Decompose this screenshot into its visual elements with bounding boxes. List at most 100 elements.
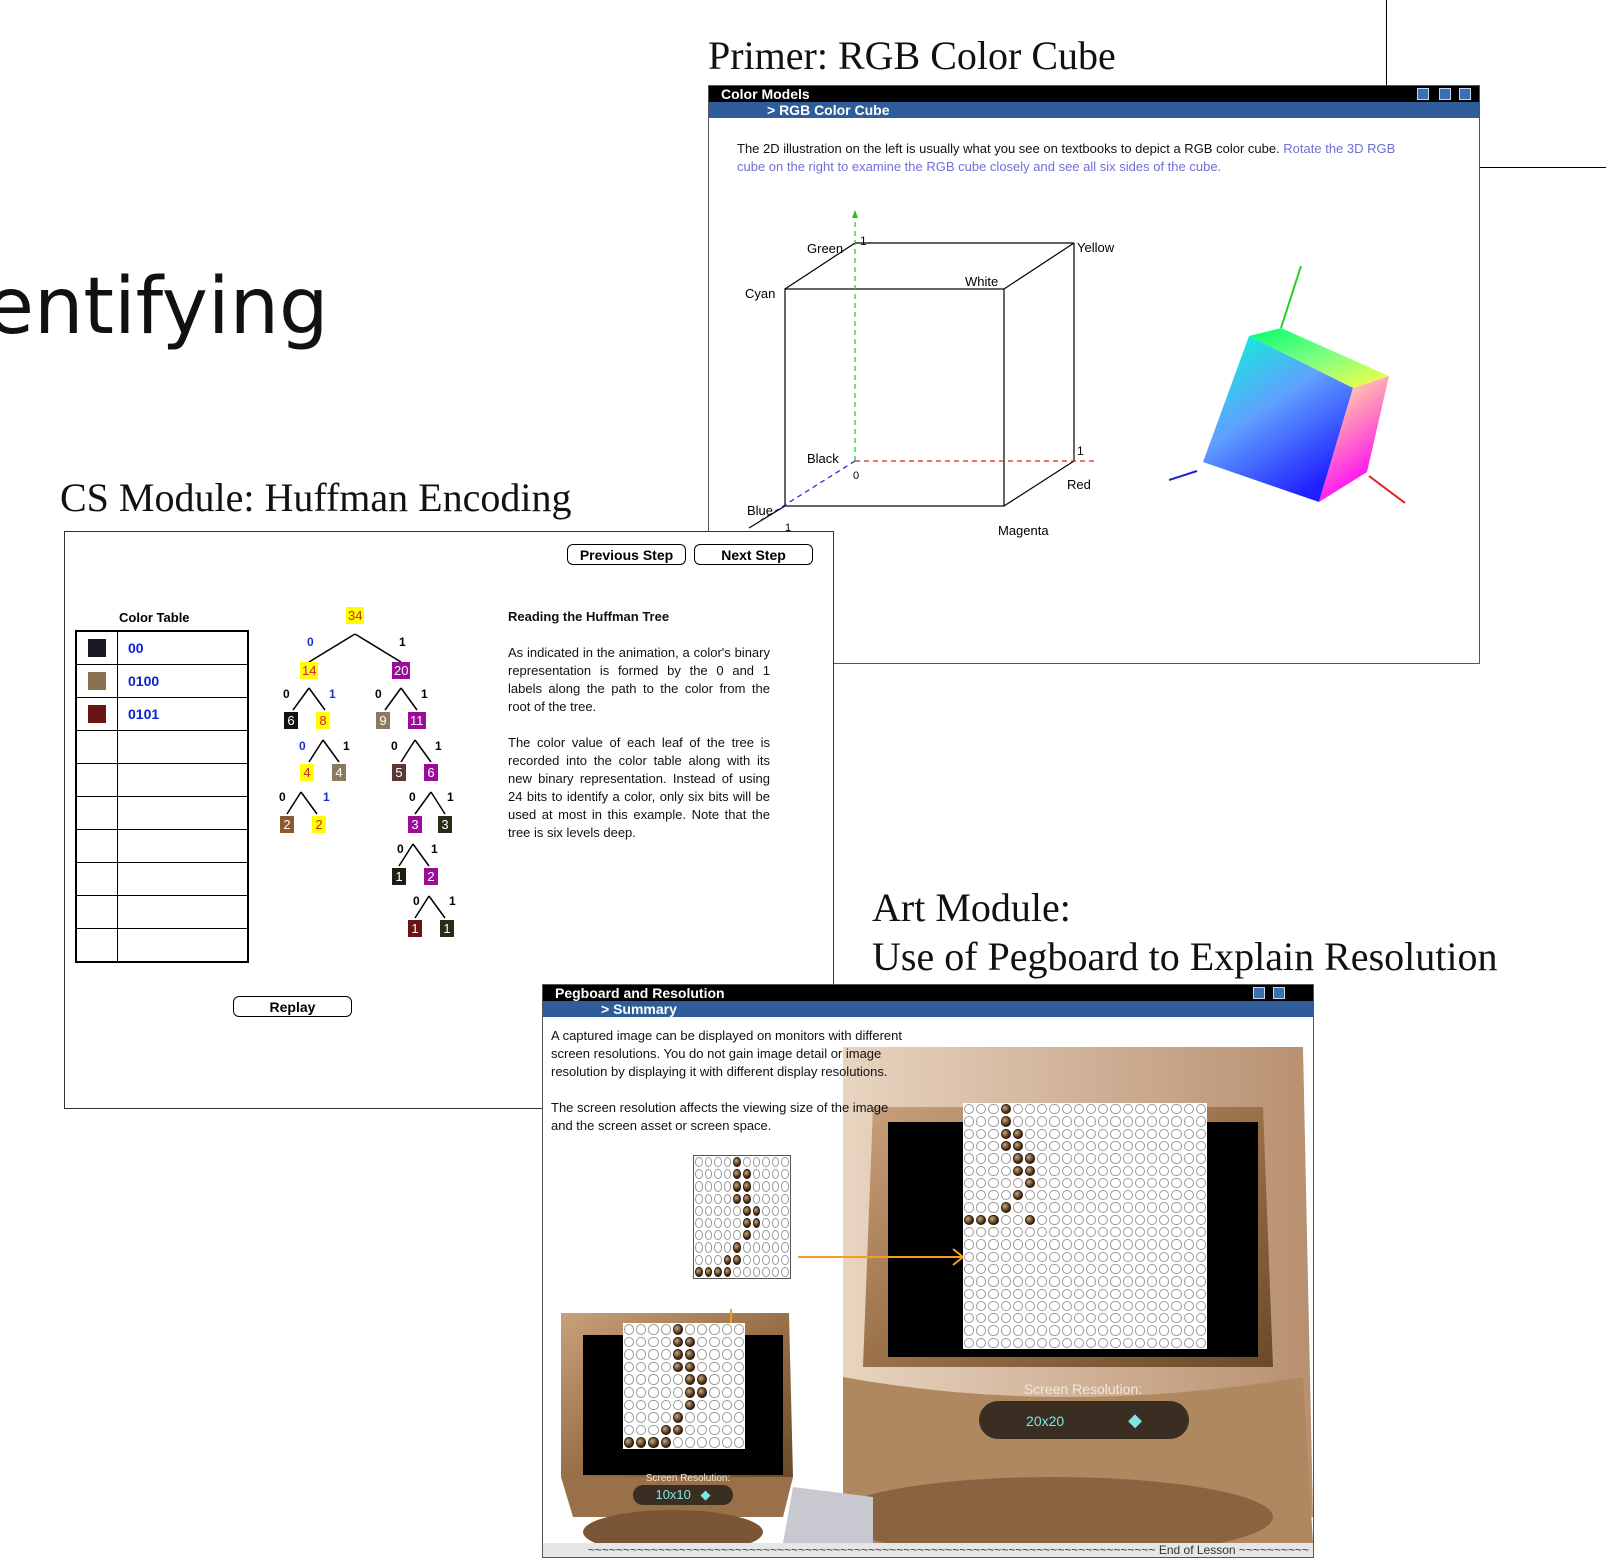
previous-step-button[interactable]: Previous Step — [567, 544, 686, 565]
updown-arrow-icon[interactable]: ◆ — [701, 1487, 711, 1502]
peg — [1122, 1325, 1133, 1336]
peg — [1073, 1263, 1084, 1275]
back-icon[interactable] — [1439, 88, 1451, 100]
updown-arrow-icon[interactable]: ◆ — [1128, 1410, 1142, 1430]
peg — [752, 1157, 761, 1168]
peg — [1073, 1251, 1084, 1262]
peg — [1012, 1140, 1023, 1152]
peg — [1171, 1337, 1182, 1348]
peg — [964, 1153, 975, 1164]
peg — [1085, 1276, 1097, 1287]
peg — [1024, 1300, 1036, 1312]
peg — [1024, 1140, 1036, 1152]
slide-title-fragment: entifying — [0, 262, 329, 352]
peg — [988, 1239, 999, 1250]
peg — [697, 1324, 708, 1335]
tree-node-1: 1 — [392, 868, 406, 885]
peg — [781, 1266, 789, 1277]
tree-node-6: 6 — [284, 712, 298, 729]
peg — [1024, 1263, 1036, 1275]
peg — [771, 1230, 780, 1241]
peg — [684, 1349, 696, 1360]
peg — [733, 1424, 744, 1436]
replay-button[interactable]: Replay — [233, 996, 352, 1017]
peg — [1049, 1251, 1060, 1262]
peg — [1085, 1239, 1097, 1250]
peg — [1134, 1116, 1145, 1127]
peg — [1085, 1140, 1097, 1152]
peg — [1085, 1251, 1097, 1262]
peg — [1183, 1325, 1194, 1336]
peg — [752, 1169, 761, 1180]
restart-icon[interactable] — [1253, 987, 1265, 999]
peg — [1195, 1276, 1206, 1287]
peg — [1134, 1337, 1145, 1348]
peg — [697, 1412, 708, 1423]
peg — [964, 1202, 975, 1213]
peg — [624, 1349, 635, 1360]
peg — [1037, 1288, 1048, 1299]
peg — [976, 1313, 987, 1324]
rgb-cube-3d-viewer[interactable] — [1169, 266, 1429, 546]
color-swatch-cell — [75, 928, 118, 963]
peg — [695, 1205, 703, 1216]
label-blue: Blue — [747, 503, 774, 518]
peg — [1195, 1116, 1206, 1127]
peg — [762, 1193, 770, 1204]
next-step-button[interactable]: Next Step — [694, 544, 813, 565]
peg — [1098, 1313, 1109, 1324]
peg — [781, 1217, 789, 1229]
color-code-cell — [117, 796, 249, 830]
peg — [976, 1140, 987, 1152]
small-resolution-value: 10x10 — [655, 1487, 691, 1502]
peg — [733, 1387, 744, 1398]
peg — [695, 1157, 703, 1168]
peg — [1000, 1276, 1011, 1287]
peg — [1195, 1202, 1206, 1213]
restart-icon[interactable] — [1417, 88, 1429, 100]
tree-node-4: 4 — [300, 764, 314, 781]
tree-node-34: 34 — [346, 607, 365, 624]
back-icon[interactable] — [1273, 987, 1285, 999]
peg — [1146, 1104, 1158, 1115]
peg — [1049, 1104, 1060, 1115]
peg — [743, 1217, 751, 1229]
peg — [704, 1157, 713, 1168]
peg — [1098, 1337, 1109, 1348]
peg — [1024, 1153, 1036, 1164]
peg — [684, 1412, 696, 1423]
large-resolution-stepper[interactable]: 20x20 ◆ — [979, 1401, 1189, 1439]
peg — [1085, 1313, 1097, 1324]
peg — [1049, 1288, 1060, 1299]
peg — [1171, 1276, 1182, 1287]
peg — [1037, 1276, 1048, 1287]
large-resolution-value: 20x20 — [1026, 1413, 1065, 1429]
tree-edge-label-0: 0 — [375, 687, 382, 701]
peg-window-title: Pegboard and Resolution — [555, 985, 725, 1001]
peg — [1061, 1177, 1072, 1189]
peg — [1171, 1251, 1182, 1262]
peg — [964, 1313, 975, 1324]
small-resolution-stepper[interactable]: 10x10 ◆ — [633, 1485, 733, 1505]
forward-icon[interactable] — [1459, 88, 1471, 100]
peg — [1183, 1190, 1194, 1201]
peg — [1049, 1263, 1060, 1275]
peg — [1171, 1165, 1182, 1176]
peg — [624, 1336, 635, 1348]
peg — [704, 1254, 713, 1265]
color-swatch-cell — [75, 862, 118, 896]
peg — [1024, 1337, 1036, 1348]
peg — [1037, 1325, 1048, 1336]
peg — [1073, 1276, 1084, 1287]
peg — [1195, 1140, 1206, 1152]
peg — [1183, 1337, 1194, 1348]
peg — [988, 1165, 999, 1176]
peg — [1110, 1128, 1121, 1139]
tree-edge-label-0: 0 — [307, 635, 314, 649]
peg — [1061, 1140, 1072, 1152]
peg — [672, 1437, 683, 1448]
tree-node-9: 9 — [376, 712, 390, 729]
peg — [709, 1437, 720, 1448]
color-table: 00 0100 0101 — [75, 630, 249, 963]
peg — [1183, 1300, 1194, 1312]
